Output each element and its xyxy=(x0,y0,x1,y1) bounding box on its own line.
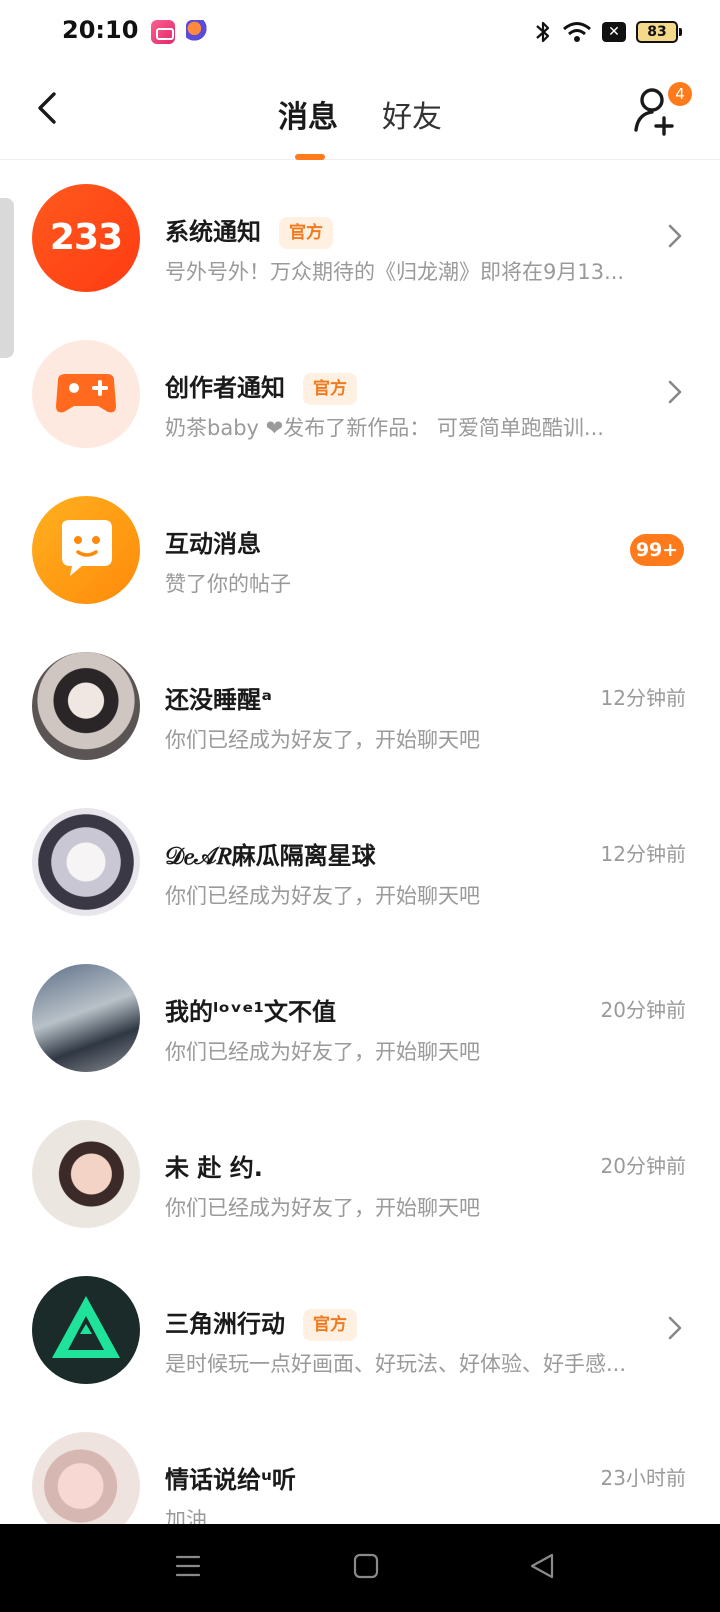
title-text: 系统通知 xyxy=(165,218,261,246)
list-item-official-account[interactable]: 三角洲行动 官方 是时候玩一点好画面、好玩法、好体验、好手感... xyxy=(0,1270,720,1426)
list-item-subtitle: 号外号外！万众期待的《归龙潮》即将在9月13... xyxy=(165,260,625,284)
list-item-title: 未 赴 约. xyxy=(165,1154,263,1182)
status-icons: ✕ 83 xyxy=(534,18,682,46)
list-item-title: 创作者通知 官方 xyxy=(165,368,357,405)
list-item-time: 12分钟前 xyxy=(600,686,686,710)
official-badge: 官方 xyxy=(303,373,357,405)
list-item-subtitle: 你们已经成为好友了，开始聊天吧 xyxy=(165,1196,480,1220)
chevron-right-icon xyxy=(668,224,682,248)
avatar-interaction xyxy=(32,496,140,604)
chat-bubble-icon xyxy=(62,520,112,576)
list-item-chat[interactable]: 我的ˡᵒᵛᵉ¹文不值 你们已经成为好友了，开始聊天吧 20分钟前 xyxy=(0,958,720,1114)
close-box-icon: ✕ xyxy=(602,22,626,42)
chevron-right-icon xyxy=(668,380,682,404)
delta-logo-icon xyxy=(52,1296,120,1358)
list-item-title: 我的ˡᵒᵛᵉ¹文不值 xyxy=(165,998,336,1026)
back-button[interactable] xyxy=(30,88,66,128)
list-item-interaction[interactable]: 互动消息 赞了你的帖子 99+ xyxy=(0,490,720,646)
list-item-time: 20分钟前 xyxy=(600,998,686,1022)
title-text: 三角洲行动 xyxy=(165,1310,285,1338)
list-item-time: 23小时前 xyxy=(600,1466,686,1490)
bluetooth-icon xyxy=(536,21,550,43)
tab-friends[interactable]: 好友 xyxy=(382,92,442,136)
message-page: 20:10 ✕ 83 消息 好友 4 233 系统通知 官方 号外号外！万众期待… xyxy=(0,0,720,1612)
list-item-subtitle: 你们已经成为好友了，开始聊天吧 xyxy=(165,884,480,908)
menu-icon[interactable] xyxy=(174,1552,202,1580)
wifi-icon xyxy=(563,22,591,42)
list-item-title: 系统通知 官方 xyxy=(165,212,333,249)
list-item-chat[interactable]: 𝒟𝑒𝒜𝑅麻瓜隔离星球 你们已经成为好友了，开始聊天吧 12分钟前 xyxy=(0,802,720,958)
list-item-chat[interactable]: 未 赴 约. 你们已经成为好友了，开始聊天吧 20分钟前 xyxy=(0,1114,720,1270)
battery-icon: 83 xyxy=(636,21,682,43)
avatar xyxy=(32,808,140,916)
list-item-subtitle: 赞了你的帖子 xyxy=(165,572,291,596)
gamepad-icon xyxy=(56,374,116,413)
chevron-right-icon xyxy=(668,1316,682,1340)
list-item-time: 20分钟前 xyxy=(600,1154,686,1178)
add-friend-badge: 4 xyxy=(668,82,692,106)
app-notification-icon xyxy=(151,20,175,44)
list-item-chat[interactable]: 还没睡醒ᵃ 你们已经成为好友了，开始聊天吧 12分钟前 xyxy=(0,646,720,802)
header: 消息 好友 4 xyxy=(0,64,720,160)
list-item-subtitle: 奶茶baby ❤发布了新作品： 可爱简单跑酷训... xyxy=(165,416,604,440)
back-icon[interactable] xyxy=(528,1552,556,1580)
status-bar: 20:10 ✕ 83 xyxy=(0,0,720,64)
avatar xyxy=(32,964,140,1072)
title-text: 创作者通知 xyxy=(165,374,285,402)
avatar xyxy=(32,652,140,760)
avatar-game-logo xyxy=(32,1276,140,1384)
list-item-title: 三角洲行动 官方 xyxy=(165,1304,357,1341)
list-item-title: 𝒟𝑒𝒜𝑅麻瓜隔离星球 xyxy=(165,842,376,870)
list-item-subtitle: 你们已经成为好友了，开始聊天吧 xyxy=(165,728,480,752)
official-badge: 官方 xyxy=(279,217,333,249)
tab-indicator xyxy=(295,154,325,160)
unread-count-badge: 99+ xyxy=(630,534,684,566)
avatar-system: 233 xyxy=(32,184,140,292)
official-badge: 官方 xyxy=(303,1309,357,1341)
list-item-system-notice[interactable]: 233 系统通知 官方 号外号外！万众期待的《归龙潮》即将在9月13... xyxy=(0,178,720,334)
list-item-time: 12分钟前 xyxy=(600,842,686,866)
list-item-title: 情话说给ᵘ听 xyxy=(165,1466,296,1494)
list-item-creator-notice[interactable]: 创作者通知 官方 奶茶baby ❤发布了新作品： 可爱简单跑酷训... xyxy=(0,334,720,490)
list-item-subtitle: 是时候玩一点好画面、好玩法、好体验、好手感... xyxy=(165,1352,627,1376)
avatar-creator xyxy=(32,340,140,448)
list-item-title: 还没睡醒ᵃ xyxy=(165,686,272,714)
app-notification-icon-2 xyxy=(186,20,210,44)
avatar xyxy=(32,1120,140,1228)
tab-messages[interactable]: 消息 xyxy=(278,92,338,136)
home-icon[interactable] xyxy=(352,1552,380,1580)
status-time: 20:10 xyxy=(62,16,139,44)
list-item-subtitle: 你们已经成为好友了，开始聊天吧 xyxy=(165,1040,480,1064)
system-nav-bar xyxy=(0,1524,720,1612)
list-item-title: 互动消息 xyxy=(165,530,261,558)
